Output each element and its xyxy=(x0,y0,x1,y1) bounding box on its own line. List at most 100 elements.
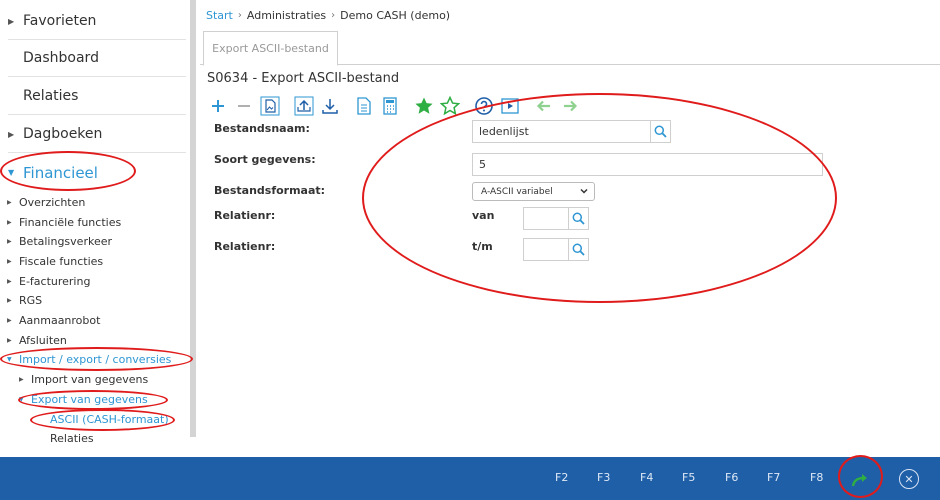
bestandsformaat-select[interactable]: A-ASCII variabel xyxy=(472,182,595,201)
caret-right-icon: ▶ xyxy=(8,129,15,139)
close-icon[interactable]: ✕ xyxy=(899,469,919,489)
bestandsnaam-label: Bestandsnaam: xyxy=(214,122,310,135)
sidebar-subitem-label: Import van gegevens xyxy=(31,373,149,386)
page-title: S0634 - Export ASCII-bestand xyxy=(207,71,400,86)
chevron-down-icon xyxy=(579,186,589,199)
chevron-right-icon: › xyxy=(331,10,336,21)
sidebar-subitem-afsluiten[interactable]: ▶ Afsluiten xyxy=(0,331,67,350)
relatienr-van-label: Relatienr: xyxy=(214,209,276,222)
document-icon[interactable] xyxy=(352,94,376,118)
sidebar: ▶ Favorieten Dashboard Relaties ▶ Dagboe… xyxy=(0,0,190,457)
sidebar-subitem-label: Financiële functies xyxy=(19,216,122,229)
caret-right-icon: ▶ xyxy=(7,258,12,265)
sidebar-subitem-ascii-cash-formaat[interactable]: ASCII (CASH-formaat) xyxy=(50,410,169,429)
sidebar-item-favorieten[interactable]: ▶ Favorieten xyxy=(8,3,186,40)
sidebar-subitem-rgs[interactable]: ▶ RGS xyxy=(0,291,42,310)
minus-icon[interactable] xyxy=(232,94,256,118)
f2-key[interactable]: F2 xyxy=(555,471,568,484)
sidebar-subitem-label: Betalingsverkeer xyxy=(19,235,113,248)
sidebar-item-label: Dashboard xyxy=(23,50,99,66)
f7-key[interactable]: F7 xyxy=(767,471,780,484)
relatienr-van-input[interactable] xyxy=(523,207,571,230)
star-filled-icon[interactable] xyxy=(412,94,436,118)
sidebar-subitem-label: Fiscale functies xyxy=(19,255,104,268)
star-outline-icon[interactable] xyxy=(438,94,462,118)
caret-right-icon: ▶ xyxy=(7,337,12,344)
sidebar-item-relaties[interactable]: Relaties xyxy=(8,78,186,115)
sidebar-item-dagboeken[interactable]: ▶ Dagboeken xyxy=(8,116,186,153)
f8-key[interactable]: F8 xyxy=(810,471,823,484)
bestandsformaat-label: Bestandsformaat: xyxy=(214,184,326,197)
relatienr-tm-input[interactable] xyxy=(523,238,571,261)
download-icon[interactable] xyxy=(318,94,342,118)
sidebar-subitem-export-van-gegevens[interactable]: ▼ Export van gegevens xyxy=(12,390,148,409)
breadcrumb-administraties-link[interactable]: Administraties xyxy=(247,9,326,22)
sidebar-subitem-label: Afsluiten xyxy=(19,334,67,347)
caret-right-icon: ▶ xyxy=(7,199,12,206)
sidebar-subitem-label: Relaties xyxy=(50,432,94,445)
calculator-icon[interactable] xyxy=(378,94,402,118)
sidebar-subitem-label: Aanmaanrobot xyxy=(19,314,101,327)
van-label: van xyxy=(472,209,495,222)
arrow-left-icon[interactable] xyxy=(532,94,556,118)
sidebar-subitem-label: RGS xyxy=(19,294,43,307)
f3-key[interactable]: F3 xyxy=(597,471,610,484)
sidebar-subitem-aanmaanrobot[interactable]: ▶ Aanmaanrobot xyxy=(0,311,100,330)
f5-key[interactable]: F5 xyxy=(682,471,695,484)
sidebar-item-financieel[interactable]: ▼ Financieel xyxy=(8,154,186,191)
caret-right-icon: ▶ xyxy=(19,376,24,383)
sidebar-subitem-import-export-conversies[interactable]: ▼ Import / export / conversies xyxy=(0,350,171,369)
sidebar-subitem-label: E-facturering xyxy=(19,275,91,288)
sidebar-item-label: Favorieten xyxy=(23,13,97,29)
bestandsnaam-input[interactable]: ledenlijst xyxy=(472,120,651,143)
sidebar-subitem-overzichten[interactable]: ▶ Overzichten xyxy=(0,193,85,212)
caret-right-icon: ▶ xyxy=(8,16,15,26)
sidebar-subitem-import-van-gegevens[interactable]: ▶ Import van gegevens xyxy=(12,370,148,389)
sidebar-subitem-e-facturering[interactable]: ▶ E-facturering xyxy=(0,272,90,291)
tm-label: t/m xyxy=(472,240,493,253)
sidebar-subitem-label: Overzichten xyxy=(19,196,86,209)
sidebar-subitem-betalingsverkeer[interactable]: ▶ Betalingsverkeer xyxy=(0,232,112,251)
relatienr-tm-label: Relatienr: xyxy=(214,240,276,253)
search-icon[interactable] xyxy=(568,207,589,230)
caret-right-icon: ▶ xyxy=(7,238,12,245)
bestandsformaat-value: A-ASCII variabel xyxy=(481,186,553,197)
caret-right-icon: ▶ xyxy=(7,219,12,226)
f4-key[interactable]: F4 xyxy=(640,471,653,484)
sidebar-subitem-fiscale-functies[interactable]: ▶ Fiscale functies xyxy=(0,252,103,271)
sidebar-item-label: Financieel xyxy=(23,163,98,182)
video-icon[interactable] xyxy=(498,94,522,118)
caret-down-icon: ▼ xyxy=(8,168,15,177)
sidebar-divider xyxy=(190,0,196,437)
app-window: ▶ Favorieten Dashboard Relaties ▶ Dagboe… xyxy=(0,0,940,500)
caret-right-icon: ▶ xyxy=(7,278,12,285)
soort-gegevens-input[interactable]: 5 xyxy=(472,153,823,176)
f6-key[interactable]: F6 xyxy=(725,471,738,484)
caret-right-icon: ▶ xyxy=(7,297,12,304)
caret-down-icon: ▼ xyxy=(7,356,12,363)
breadcrumb-start-link[interactable]: Start xyxy=(206,9,233,22)
sidebar-subitem-financiele-functies[interactable]: ▶ Financiële functies xyxy=(0,213,121,232)
chevron-right-icon: › xyxy=(237,10,242,21)
caret-right-icon: ▶ xyxy=(7,317,12,324)
search-icon[interactable] xyxy=(650,120,671,143)
plus-icon[interactable] xyxy=(206,94,230,118)
sidebar-item-label: Relaties xyxy=(23,88,79,104)
sidebar-subitem-label: Export van gegevens xyxy=(31,393,148,406)
sidebar-subitem-label: Import / export / conversies xyxy=(19,353,172,366)
sidebar-subitem-relaties[interactable]: Relaties xyxy=(50,429,94,448)
soort-gegevens-label: Soort gegevens: xyxy=(214,153,316,166)
sidebar-item-dashboard[interactable]: Dashboard xyxy=(8,40,186,77)
tab-bar: Export ASCII-bestand xyxy=(200,31,940,66)
footer-bar: F2 F3 F4 F5 F6 F7 F8 xyxy=(0,457,940,500)
breadcrumb: Start › Administraties › Demo CASH (demo… xyxy=(206,9,450,22)
document-image-icon[interactable] xyxy=(258,94,282,118)
upload-icon[interactable] xyxy=(292,94,316,118)
toolbar xyxy=(206,94,584,118)
execute-arrow-icon[interactable] xyxy=(849,468,873,492)
arrow-right-icon[interactable] xyxy=(558,94,582,118)
tab-export-ascii-bestand[interactable]: Export ASCII-bestand xyxy=(203,31,338,66)
search-icon[interactable] xyxy=(568,238,589,261)
help-icon[interactable] xyxy=(472,94,496,118)
sidebar-subitem-label: ASCII (CASH-formaat) xyxy=(50,413,169,426)
